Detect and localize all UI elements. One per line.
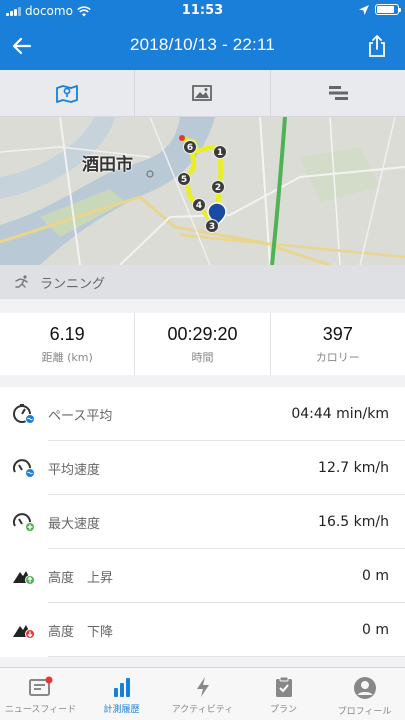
metric-row-ascent: 高度 上昇 0 m	[0, 549, 405, 603]
metric-value: 04:44 min/km	[291, 406, 389, 422]
map-city-label: 酒田市	[82, 155, 133, 175]
summary-label: カロリー	[315, 351, 360, 364]
nav-label: ニュースフィード	[4, 705, 77, 715]
status-bar: docomo 11:53	[0, 0, 405, 22]
activity-type-bar: ランニング	[0, 265, 405, 299]
nav-history[interactable]: 計測履歴	[81, 668, 162, 720]
newsfeed-icon	[28, 676, 52, 696]
running-icon	[15, 275, 28, 288]
metrics-list: ペース平均 04:44 min/km 平均速度 12.7 km/h 最大速度 1…	[0, 387, 405, 657]
metric-label: ペース平均	[48, 408, 113, 424]
metric-row-pace: ペース平均 04:44 min/km	[0, 387, 405, 441]
elevation-down-icon	[0, 620, 48, 640]
app-header: 2018/10/13 - 22:11	[0, 22, 405, 70]
summary-label: 距離 (km)	[41, 351, 93, 364]
route-marker-2: 2	[211, 180, 225, 194]
summary-value: 397	[322, 324, 353, 344]
activity-type-label: ランニング	[40, 276, 106, 292]
nav-plan[interactable]: プラン	[243, 668, 324, 720]
plan-icon	[275, 676, 292, 697]
nav-label: 計測履歴	[103, 705, 140, 715]
route-marker-3: 3	[205, 219, 219, 233]
share-icon	[369, 35, 385, 57]
summary-distance: 6.19 距離 (km)	[0, 313, 136, 375]
battery-icon	[375, 4, 401, 15]
metric-value: 12.7 km/h	[318, 460, 389, 476]
metric-row-max-speed: 最大速度 16.5 km/h	[0, 495, 405, 549]
metric-row-descent: 高度 下降 0 m	[0, 603, 405, 657]
route-marker-5: 5	[177, 172, 191, 186]
summary-value: 00:29:20	[167, 324, 238, 344]
speed-max-icon	[0, 511, 48, 533]
speed-avg-icon	[0, 457, 48, 479]
metric-value: 0 m	[362, 622, 389, 638]
metric-value: 0 m	[362, 568, 389, 584]
nav-label: プロフィール	[337, 707, 392, 717]
route-marker-1: 1	[213, 145, 227, 159]
nav-activity[interactable]: アクティビティ	[162, 668, 243, 720]
summary-value: 6.19	[49, 324, 85, 344]
map-canvas	[0, 117, 405, 265]
metric-row-avg-speed: 平均速度 12.7 km/h	[0, 441, 405, 495]
metric-label: 最大速度	[48, 516, 101, 532]
status-time: 11:53	[181, 3, 224, 18]
route-marker-6: 6	[183, 140, 197, 154]
profile-icon	[353, 677, 376, 699]
activity-icon	[196, 677, 209, 697]
summary-stats: 6.19 距離 (km) 00:29:20 時間 397 カロリー	[0, 313, 405, 375]
elevation-up-icon	[0, 566, 48, 586]
history-icon	[113, 678, 130, 697]
nav-newsfeed[interactable]: ニュースフィード	[0, 668, 81, 720]
map-icon	[56, 85, 79, 103]
metric-label: 平均速度	[48, 462, 101, 478]
status-right	[359, 4, 401, 15]
location-arrow-icon	[359, 4, 369, 15]
page-title: 2018/10/13 - 22:11	[129, 35, 276, 54]
nav-label: プラン	[269, 705, 297, 715]
tab-photos[interactable]	[135, 70, 271, 116]
view-tabs	[0, 70, 405, 117]
summary-calories: 397 カロリー	[271, 313, 405, 375]
share-button[interactable]	[367, 34, 391, 60]
list-bars-icon	[328, 86, 348, 100]
nav-profile[interactable]: プロフィール	[324, 668, 405, 720]
summary-label: 時間	[191, 351, 214, 364]
pace-avg-icon	[0, 403, 48, 425]
photo-icon	[192, 85, 213, 101]
metric-label: 高度 上昇	[48, 570, 114, 586]
tab-map[interactable]	[0, 70, 136, 116]
route-map[interactable]: 酒田市 1 2 3 45 6	[0, 117, 405, 265]
metric-label: 高度 下降	[48, 624, 114, 640]
metric-value: 16.5 km/h	[318, 514, 389, 530]
nav-label: アクティビティ	[171, 705, 234, 715]
tab-stats[interactable]	[271, 70, 405, 116]
summary-duration: 00:29:20 時間	[135, 313, 271, 375]
battery-fill	[377, 6, 394, 13]
route-marker-4: 4	[192, 198, 206, 212]
bottom-nav: ニュースフィード 計測履歴 アクティビティ プラン プロフィール	[0, 667, 405, 720]
